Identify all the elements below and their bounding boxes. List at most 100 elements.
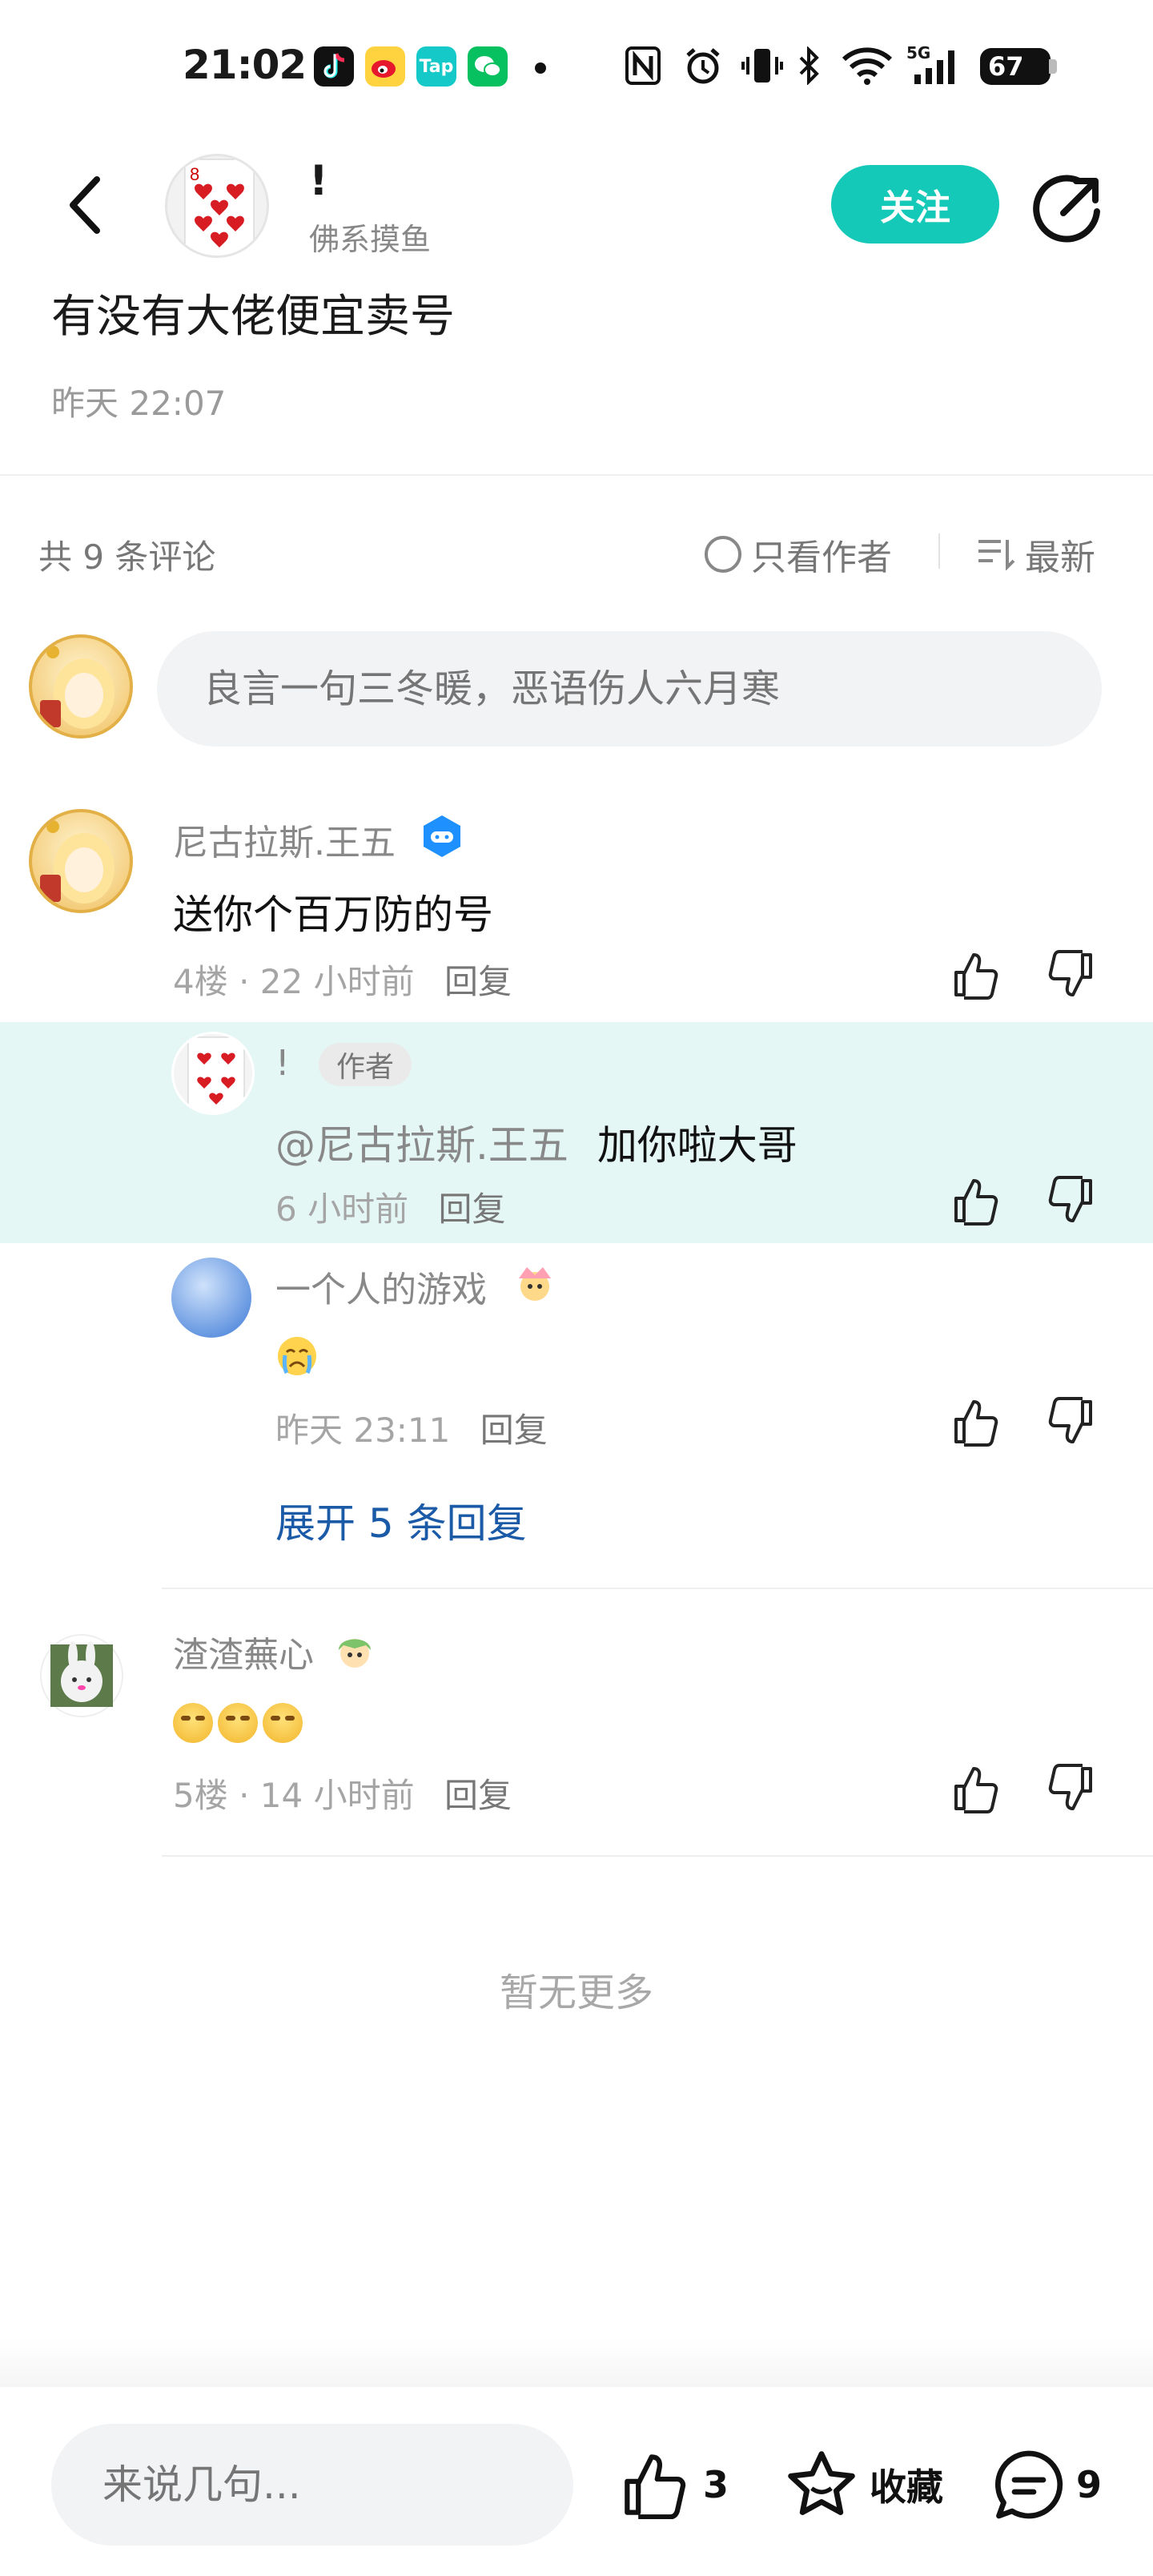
- author-tag: 作者: [319, 1043, 412, 1086]
- badge-avatar-icon: [512, 1262, 557, 1304]
- commenter-name[interactable]: 渣渣蕪心: [173, 1626, 314, 1677]
- thumbs-up-icon: [625, 2454, 686, 2519]
- star-icon: [788, 2451, 855, 2515]
- thumbs-up-icon: [954, 1767, 998, 1813]
- favorite-label: 收藏: [870, 2465, 943, 2509]
- crying-emoji-icon: [275, 1334, 319, 1381]
- back-button[interactable]: [56, 171, 112, 239]
- comment-meta: 4楼 · 22 小时前 回复: [173, 955, 512, 1004]
- dot-icon: [535, 62, 546, 74]
- like-button[interactable]: [948, 947, 1004, 1003]
- grin-emoji-icon: [263, 1703, 303, 1743]
- comment-text: 送你个百万防的号: [173, 892, 493, 938]
- no-more-label: 暂无更多: [499, 1970, 653, 2015]
- favorite-button[interactable]: 收藏: [785, 2443, 943, 2526]
- reply-button[interactable]: 回复: [438, 1189, 505, 1229]
- user-avatar: [29, 634, 133, 739]
- battery-level: 67: [988, 51, 1024, 82]
- like-button[interactable]: [948, 1173, 1004, 1229]
- comment-bubble-icon: [994, 2450, 1063, 2519]
- commenter-avatar[interactable]: [29, 809, 133, 913]
- comment-count: 共 9 条评论: [38, 537, 216, 577]
- thumbs-down-icon: [1048, 1176, 1092, 1222]
- author-name[interactable]: !: [309, 157, 328, 205]
- grin-emoji-icon: [173, 1703, 213, 1743]
- reply-button[interactable]: 回复: [444, 962, 512, 1001]
- wechat-icon: [468, 46, 508, 87]
- commenter-name[interactable]: 尼古拉斯.王五: [173, 814, 396, 865]
- thumbs-up-icon: [954, 953, 998, 1000]
- bottom-shade: [0, 2339, 1153, 2387]
- author-subtitle: 佛系摸鱼: [309, 222, 432, 257]
- taptap-label: Tap: [419, 56, 454, 77]
- comment-divider: [162, 1588, 1153, 1589]
- reply-button[interactable]: 回复: [444, 1776, 512, 1815]
- sort-toggle[interactable]: 最新: [977, 529, 1095, 580]
- author-avatar[interactable]: 8: [165, 154, 269, 258]
- reply-button[interactable]: 回复: [480, 1411, 548, 1450]
- dislike-button[interactable]: [1043, 1761, 1099, 1817]
- back-chevron-icon: [70, 176, 100, 234]
- comment-meta: 5楼 · 14 小时前 回复: [173, 1769, 512, 1817]
- sort-label: 最新: [1025, 537, 1095, 578]
- taptap-icon: Tap: [416, 46, 456, 87]
- alarm-icon: [682, 45, 724, 87]
- post-like-button[interactable]: 3: [618, 2443, 729, 2526]
- nfc-icon: [623, 45, 663, 87]
- author-only-label: 只看作者: [751, 537, 892, 578]
- dislike-button[interactable]: [1043, 947, 1099, 1003]
- reply-author-name[interactable]: 一个人的游戏: [275, 1261, 487, 1312]
- expand-replies-button[interactable]: 展开 5 条回复: [275, 1491, 527, 1549]
- grin-emoji-icon: [218, 1703, 258, 1743]
- game-badge-icon: [420, 814, 464, 859]
- thumbs-up-icon: [954, 1400, 998, 1447]
- reply-text: @尼古拉斯.王五 加你啦大哥: [275, 1113, 797, 1171]
- sort-icon: [978, 540, 1015, 570]
- signal-5g-icon: 5G: [906, 43, 964, 87]
- bottom-comment-input[interactable]: [51, 2424, 573, 2546]
- radio-icon: [705, 536, 741, 573]
- emoji-row: [173, 1703, 307, 1743]
- status-time: 21:02: [183, 42, 307, 88]
- thumbs-down-icon: [1048, 1764, 1092, 1810]
- author-only-toggle[interactable]: 只看作者: [705, 529, 892, 580]
- reply-time: 昨天 23:11: [275, 1411, 451, 1450]
- like-count: 3: [703, 2463, 729, 2506]
- reply-avatar[interactable]: [171, 1032, 255, 1115]
- wifi-icon: [839, 45, 895, 87]
- thumbs-down-icon: [1048, 1397, 1092, 1443]
- comments-button[interactable]: 9: [993, 2443, 1102, 2526]
- like-button[interactable]: [948, 1761, 1004, 1817]
- comment-time: 4楼 · 22 小时前: [173, 962, 415, 1001]
- dislike-button[interactable]: [1043, 1173, 1099, 1229]
- comment-time: 5楼 · 14 小时前: [173, 1776, 415, 1815]
- share-icon: [1033, 175, 1100, 243]
- section-divider: [0, 474, 1153, 476]
- like-button[interactable]: [948, 1394, 1004, 1450]
- comment-count-badge: 9: [1076, 2463, 1103, 2506]
- network-label: 5G: [906, 43, 931, 62]
- reply-time: 6 小时前: [275, 1189, 409, 1229]
- weibo-icon: [365, 46, 405, 87]
- bluetooth-icon: [794, 45, 825, 87]
- commenter-avatar[interactable]: [40, 1634, 123, 1717]
- thumbs-up-icon: [954, 1179, 998, 1226]
- post-time: 昨天 22:07: [51, 384, 227, 423]
- share-button[interactable]: [1033, 171, 1105, 244]
- tiktok-icon: [314, 46, 354, 87]
- vibrate-icon: [740, 45, 785, 87]
- header-separator: [938, 533, 940, 569]
- comment-input[interactable]: [157, 631, 1102, 747]
- reply-body: 加你啦大哥: [597, 1122, 797, 1169]
- reply-meta: 昨天 23:11 回复: [275, 1403, 548, 1452]
- comment-divider: [162, 1855, 1153, 1857]
- dislike-button[interactable]: [1043, 1394, 1099, 1450]
- reply-avatar[interactable]: [171, 1258, 251, 1338]
- mention-link[interactable]: @尼古拉斯.王五: [275, 1122, 568, 1169]
- follow-button[interactable]: 关注: [831, 165, 999, 244]
- thumbs-down-icon: [1048, 950, 1092, 996]
- svg-text:8: 8: [190, 164, 199, 184]
- reply-author-name[interactable]: !: [275, 1043, 290, 1084]
- battery-indicator: 67: [980, 48, 1057, 85]
- post-title: 有没有大佬便宜卖号: [51, 291, 455, 343]
